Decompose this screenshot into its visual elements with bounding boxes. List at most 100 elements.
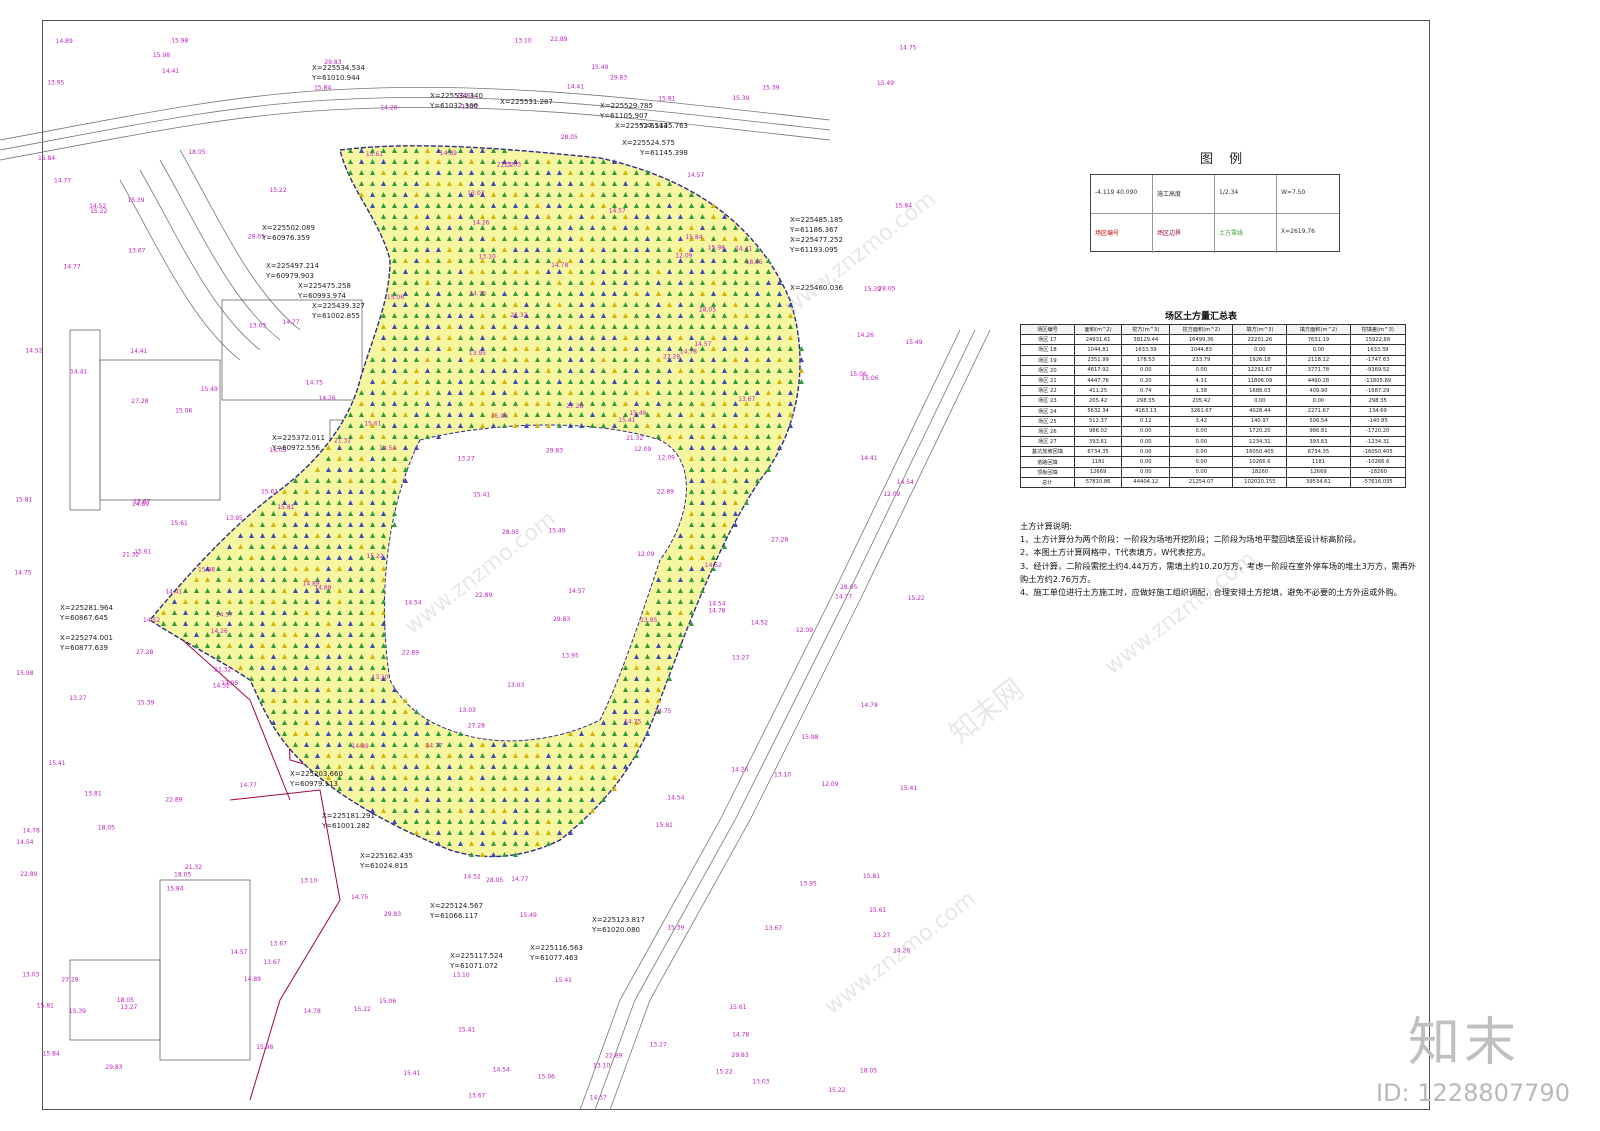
coordinate-label: X=225162.435 [360,852,413,860]
elevation-label: 15.49 [591,64,608,71]
elevation-label: 29.83 [546,447,563,454]
elevation-label: 15.61 [366,151,383,158]
legend-title: 图 例 [1200,152,1249,167]
legend-cell: 施工高度 [1153,175,1215,214]
elevation-label: 15.61 [729,1004,746,1011]
legend-cell: X=2619.76 [1277,214,1339,253]
elevation-label: 22.89 [165,796,182,803]
table-cell: 场区 24 [1020,405,1075,417]
elevation-label: 15.06 [387,294,404,301]
elevation-label: 14.77 [54,177,71,184]
elevation-label: 14.57 [590,1094,607,1101]
coordinate-label: Y=61135.763 [639,122,688,130]
elevation-label: 12.09 [883,491,900,498]
elevation-label: 13.10 [453,972,470,979]
table-cell: 0.00 [1121,456,1171,468]
elevation-label: 22.89 [475,592,492,599]
elevation-label: 15.98 [171,38,188,45]
elevation-label: 15.39 [762,85,779,92]
table-row: 场区 24 5632.34 4163.13 3261.67 4028.44 2271.67… [1020,405,1407,417]
elevation-label: 15.81 [658,96,675,103]
table-cell: 512.37 [1073,415,1123,427]
table-cell: 205.42 [1073,395,1123,407]
elevation-label: 14.57 [216,612,233,619]
table-cell: 986.81 [1286,425,1351,438]
elevation-label: 29.83 [732,1052,749,1059]
elevation-label: 22.89 [402,650,419,657]
coordinate-label: Y=61001.282 [321,822,370,830]
table-row: 场区 26 986.02 0.00 0.00 1720.20 986.81 -1720.20 [1020,425,1407,438]
table-header-cell: 填方(m^3) [1232,323,1288,336]
elevation-label: 15.39 [732,95,749,102]
elevation-label: 15.49 [629,410,646,417]
table-cell: 4163.13 [1121,405,1171,417]
note-line: 1、土方计算分为两个阶段：一阶段为场地开挖阶段；二阶段为场地平整回填至设计标高阶… [1020,534,1361,545]
coordinate-label: Y=61010.944 [311,74,361,82]
elevation-label: 14.57 [230,949,247,956]
elevation-label: 15.49 [520,912,537,919]
table-header-cell: 填方面积(m^2) [1286,323,1351,336]
table-cell: 场区 26 [1020,425,1075,438]
elevation-label: 14.57 [568,588,585,595]
elevation-label: 13.27 [458,456,475,463]
elevation-label: 15.22 [367,553,384,560]
elevation-label: 15.81 [85,791,102,798]
elevation-label: 27.28 [61,977,78,984]
elevation-label: 22.89 [605,1053,622,1060]
elevation-label: 13.27 [120,1004,137,1011]
coordinate-label: X=225274.001 [60,634,113,642]
elevation-label: 21.32 [334,438,351,445]
elevation-label: 28.05 [486,877,503,884]
elevation-label: 21.32 [626,435,643,442]
elevation-label: 14.54 [493,1066,510,1073]
elevation-label: 15.06 [175,408,192,415]
elevation-label: 14.57 [687,172,704,179]
table-cell: 22201.26 [1232,334,1288,346]
table-cell: -1234.31 [1349,436,1407,448]
coordinate-label: X=225477.252 [790,236,843,244]
elevation-label: 14.52 [464,873,481,880]
elevation-label: 14.78 [551,262,568,269]
elevation-label: 15.81 [656,822,673,829]
elevation-label: 28.05 [699,306,716,313]
table-row: 基坑放坡回填 6734.35 0.00 0.00 16050.405 6734.35 -16… [1020,446,1407,458]
elevation-label: 13.27 [69,695,86,702]
elevation-label: 14.77 [240,782,257,789]
elevation-label: 15.98 [198,567,215,574]
coordinate-label: X=225534.534 [312,64,366,72]
elevation-label: 15.81 [15,496,32,503]
elevation-label: 14.52 [705,562,722,569]
table-cell: 1720.20 [1232,425,1288,438]
table-row: 场区 20 4817.92 0.00 0.00 12291.67 3771.78 -9369… [1020,364,1407,376]
table-cell: 38129.44 [1121,334,1171,346]
table-cell: 道路回填 [1020,456,1075,468]
table-cell: -11805.89 [1349,374,1407,387]
coordinate-label: X=225116.563 [530,944,583,952]
table-cell: 0.00 [1232,395,1288,407]
elevation-label: 14.89 [244,976,261,983]
elevation-label: 14.26 [380,105,397,112]
legend-label: W=7.50 [1281,189,1306,196]
elevation-label: 14.41 [567,83,584,90]
elevation-label: 14.41 [130,348,147,355]
elevation-label: 14.78 [861,702,878,709]
elevation-label: 15.39 [667,925,684,932]
elevation-label: 22.89 [550,36,567,43]
coordinate-label: Y=61105.907 [599,112,648,120]
elevation-label: 15.06 [538,1074,555,1081]
coordinate-label: X=225531.287 [500,98,553,106]
elevation-label: 12.09 [634,446,651,453]
table-cell: -1720.20 [1349,425,1407,438]
table-cell: 0.12 [1121,415,1171,427]
elevation-label: 12.09 [796,627,813,634]
coordinate-label: Y=61145.398 [639,149,688,157]
coordinate-label: Y=60979.903 [265,272,314,280]
table-cell: -16050.405 [1349,446,1407,458]
elevation-label: 15.39 [137,699,154,706]
elevation-label: 14.77 [835,593,852,600]
table-cell: 2271.67 [1286,405,1351,417]
elevation-label: 28.05 [840,584,857,591]
table-cell: 298.35 [1349,395,1407,407]
elevation-label: 13.03 [504,161,521,168]
table-cell: 0.00 [1121,466,1171,478]
